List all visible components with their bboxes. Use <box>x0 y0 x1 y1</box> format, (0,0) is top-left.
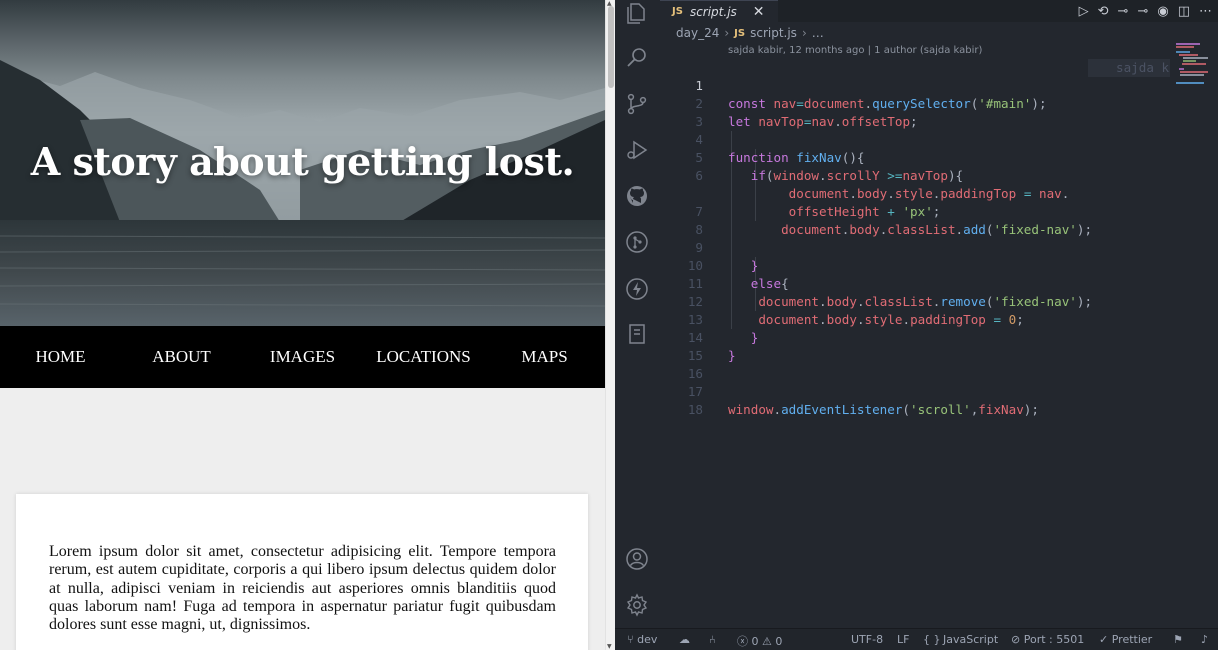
account-icon[interactable] <box>625 547 649 571</box>
code-line[interactable]: 9 } <box>660 221 1170 273</box>
chevron-right-icon: › <box>724 26 730 40</box>
code-line[interactable]: 15 <box>660 329 1170 363</box>
error-icon: ⓧ <box>737 635 748 648</box>
preview-scroll-thumb[interactable] <box>608 6 614 88</box>
git-graph-icon[interactable] <box>625 230 649 254</box>
warning-icon: ⚠ <box>762 635 772 648</box>
thunder-client-icon[interactable] <box>625 277 649 301</box>
error-count: 0 <box>751 635 759 648</box>
lorem-paragraph: Lorem ipsum dolor sit amet, consectetur … <box>49 543 556 634</box>
content-card: Lorem ipsum dolor sit amet, consectetur … <box>16 494 588 650</box>
problems-status[interactable]: ⓧ 0 ⚠ 0 <box>737 633 782 649</box>
code-line[interactable]: 2 let navTop=nav.offsetTop; <box>660 77 1170 129</box>
editor-tab-bar: JS script.js ✕ ▷ ⟲ ⊸ ⊸ ◉ ◫ ⋯ <box>660 0 1218 22</box>
activity-bar <box>615 0 660 628</box>
javascript-file-icon: JS <box>734 27 746 39</box>
check-double-icon: ✓ <box>1099 633 1109 646</box>
nav-link-maps[interactable]: MAPS <box>484 347 605 367</box>
port-label: Port : 5501 <box>1023 633 1085 646</box>
code-line[interactable]: 12 document.body.style.paddingTop = 0; <box>660 275 1170 327</box>
status-bar: ⑂ dev ☁ ⑃ ⓧ 0 ⚠ 0 UTF-8 LF { } JavaScrip… <box>615 628 1218 650</box>
line-number: 18 <box>687 402 703 417</box>
code-line[interactable]: 14 } <box>660 311 1170 363</box>
hero-section: A story about getting lost. <box>0 0 605 326</box>
notebook-icon[interactable] <box>625 322 649 346</box>
nav-link-home[interactable]: HOME <box>0 347 121 367</box>
prettier-label: Prettier <box>1111 633 1153 646</box>
code-line[interactable]: 1 const nav=document.querySelector('#mai… <box>660 59 1170 111</box>
language-status-icon[interactable]: { } <box>923 633 941 646</box>
previous-change-icon[interactable]: ⊸ <box>1118 4 1129 19</box>
code-line[interactable]: 8 <box>660 203 1170 237</box>
source-control-icon[interactable] <box>625 92 649 116</box>
close-tab-icon[interactable]: ✕ <box>753 4 765 20</box>
sync-cloud-icon[interactable]: ☁ <box>679 633 690 646</box>
git-blame-codelens[interactable]: sajda kabir, 12 months ago | 1 author (s… <box>728 45 982 56</box>
javascript-file-icon: JS <box>672 6 683 17</box>
minimap[interactable] <box>1170 40 1218 600</box>
breadcrumb-folder[interactable]: day_24 <box>676 26 719 40</box>
split-editor-icon[interactable]: ◫ <box>1178 4 1190 19</box>
settings-gear-icon[interactable] <box>625 593 649 617</box>
warning-count: 0 <box>775 635 783 648</box>
live-server-status[interactable]: ⊘ Port : 5501 <box>1011 633 1084 646</box>
encoding-status[interactable]: UTF-8 <box>851 633 883 646</box>
more-actions-icon[interactable]: ⋯ <box>1199 4 1212 19</box>
run-file-icon[interactable]: ▷ <box>1079 4 1089 19</box>
github-icon[interactable] <box>625 184 649 208</box>
nav-link-about[interactable]: ABOUT <box>121 347 242 367</box>
run-debug-icon[interactable] <box>625 138 649 162</box>
git-graph-status-icon[interactable]: ⑃ <box>709 633 716 646</box>
branch-status[interactable]: ⑂ dev <box>627 633 657 646</box>
notifications-bell-icon[interactable]: ♪ <box>1201 633 1208 646</box>
preview-scrollbar[interactable]: ▲ ▼ <box>605 0 615 650</box>
eol-status[interactable]: LF <box>897 633 909 646</box>
breadcrumb-symbols[interactable]: … <box>812 26 824 40</box>
prettier-status[interactable]: ✓ Prettier <box>1099 633 1152 646</box>
code-line[interactable]: 4 function fixNav(){ <box>660 113 1170 165</box>
code-line[interactable]: 16 <box>660 347 1170 381</box>
no-entry-icon: ⊘ <box>1011 633 1021 646</box>
code-line[interactable]: 11 document.body.classList.remove('fixed… <box>660 257 1170 309</box>
language-mode[interactable]: JavaScript <box>943 633 998 646</box>
tab-filename: script.js <box>689 4 737 19</box>
chevron-right-icon: › <box>801 26 807 40</box>
code-line[interactable]: 13 } <box>660 293 1170 345</box>
branch-name: dev <box>637 633 658 646</box>
feedback-icon[interactable]: ⚑ <box>1173 633 1183 646</box>
code-line[interactable]: offsetHeight + 'px'; <box>660 167 1170 219</box>
hero-title: A story about getting lost. <box>30 139 575 184</box>
compare-icon[interactable]: ◉ <box>1157 4 1168 19</box>
git-branch-icon: ⑂ <box>627 633 634 646</box>
next-change-icon[interactable]: ⊸ <box>1137 4 1148 19</box>
editor-actions: ▷ ⟲ ⊸ ⊸ ◉ ◫ ⋯ <box>1079 0 1212 22</box>
code-line[interactable]: 17 window.addEventListener('scroll',fixN… <box>660 365 1170 417</box>
search-icon[interactable] <box>625 45 649 69</box>
breadcrumb: day_24 › JS script.js › … <box>676 25 824 41</box>
nav-link-images[interactable]: IMAGES <box>242 347 363 367</box>
code-line[interactable]: 3 <box>660 95 1170 129</box>
open-changes-icon[interactable]: ⟲ <box>1098 4 1109 19</box>
code-line[interactable]: 6 document.body.style.paddingTop = nav. <box>660 149 1170 201</box>
nav-link-locations[interactable]: LOCATIONS <box>363 347 484 367</box>
code-line[interactable]: 7 document.body.classList.add('fixed-nav… <box>660 185 1170 237</box>
code-editor[interactable]: 1 const nav=document.querySelector('#mai… <box>660 59 1170 619</box>
browser-preview: A story about getting lost. HOME ABOUT I… <box>0 0 615 650</box>
code-line[interactable]: 5 if(window.scrollY >=navTop){ <box>660 131 1170 183</box>
tab-script-js[interactable]: JS script.js ✕ <box>660 0 778 22</box>
files-icon[interactable] <box>625 1 649 25</box>
scroll-down-arrow-icon[interactable]: ▼ <box>607 643 612 650</box>
breadcrumb-file[interactable]: script.js <box>750 26 797 40</box>
code-line[interactable]: 10 else{ <box>660 239 1170 291</box>
site-navigation: HOME ABOUT IMAGES LOCATIONS MAPS <box>0 326 605 388</box>
code-line[interactable]: 18 <box>660 383 1170 417</box>
